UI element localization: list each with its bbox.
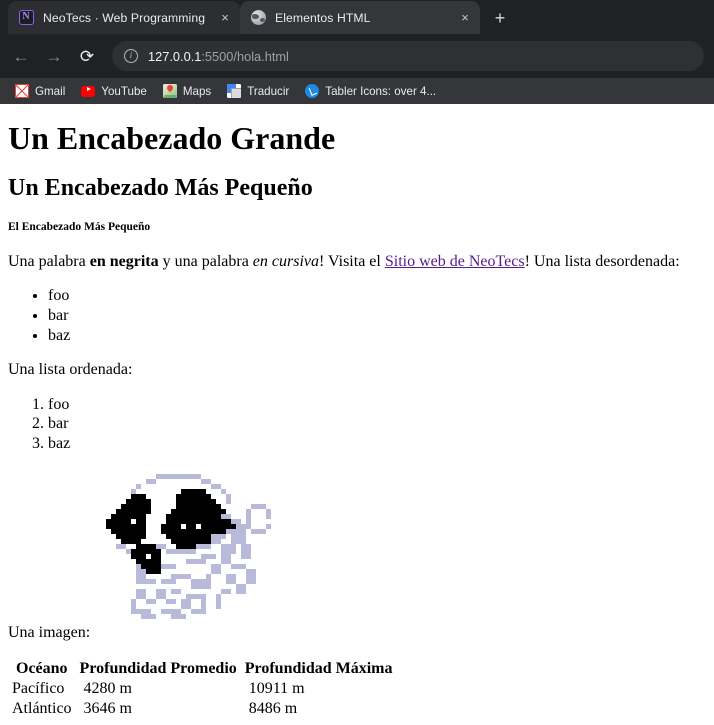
maps-icon <box>162 84 177 98</box>
list-item: baz <box>48 327 706 346</box>
tab-title: Elementos HTML <box>275 10 371 25</box>
unordered-list: foo bar baz <box>8 287 706 345</box>
back-icon[interactable]: ← <box>6 41 36 71</box>
tab-neotecs[interactable]: N NeoTecs · Web Programming × <box>8 1 240 34</box>
new-tab-button[interactable]: + <box>486 4 514 32</box>
table-cell: Pacífico <box>12 679 65 697</box>
page-heading-5: El Encabezado Más Pequeño <box>8 220 151 233</box>
ordered-list-intro: Una lista ordenada: <box>8 361 133 379</box>
dog-image <box>101 469 281 625</box>
tab-strip: N NeoTecs · Web Programming × Elementos … <box>0 0 714 34</box>
notion-icon: N <box>18 10 34 26</box>
bookmark-label: Maps <box>182 84 212 98</box>
table-cell: Atlántico <box>12 699 72 717</box>
list-item: foo <box>48 396 706 415</box>
tab-title: NeoTecs · Web Programming <box>43 10 206 25</box>
globe-icon <box>250 10 266 26</box>
ordered-list: foo bar baz <box>8 396 706 454</box>
bookmark-traducir[interactable]: Traducir <box>220 81 296 101</box>
bold-word: en negrita <box>89 252 159 270</box>
translate-icon <box>227 84 242 98</box>
paragraph-text-2: y una palabra <box>158 252 253 270</box>
list-item: foo <box>48 287 706 306</box>
url-path: :5500/hola.html <box>201 48 289 64</box>
address-bar[interactable]: i 127.0.0.1:5500/hola.html <box>112 41 704 71</box>
browser-window: N NeoTecs · Web Programming × Elementos … <box>0 0 714 725</box>
bookmark-label: Traducir <box>247 84 290 98</box>
info-icon[interactable]: i <box>124 49 138 63</box>
paragraph-text-1: Una palabra <box>8 252 90 270</box>
page-heading-2: Un Encabezado Más Pequeño <box>8 174 313 201</box>
bookmark-gmail[interactable]: Gmail <box>8 81 72 101</box>
neotecs-link[interactable]: Sitio web de NeoTecs <box>385 253 525 270</box>
bookmark-youtube[interactable]: YouTube <box>74 81 154 101</box>
browser-toolbar: ← → ⟳ i 127.0.0.1:5500/hola.html <box>0 34 714 78</box>
intro-paragraph: Una palabra en negrita y una palabra en … <box>8 253 706 272</box>
paragraph-text-4: ! Una lista desordenada: <box>524 252 680 270</box>
bookmark-label: YouTube <box>101 84 147 98</box>
tab-elementos-html[interactable]: Elementos HTML × <box>240 1 480 34</box>
list-item: bar <box>48 307 706 326</box>
paragraph-text-3: ! Visita el <box>319 252 385 270</box>
tabler-icon <box>305 84 320 98</box>
table-header-cell: Profundidad Promedio <box>79 659 237 677</box>
table-header-cell: Profundidad Máxima <box>244 659 393 677</box>
page-heading-1: Un Encabezado Grande <box>8 120 336 156</box>
table-cell: 10911 m <box>248 679 305 697</box>
list-item: bar <box>48 415 706 434</box>
close-icon[interactable]: × <box>216 9 234 27</box>
table-cell: 3646 m <box>83 699 132 717</box>
page-viewport: Un Encabezado Grande Un Encabezado Más P… <box>0 104 714 725</box>
browser-chrome: N NeoTecs · Web Programming × Elementos … <box>0 0 714 104</box>
reload-icon[interactable]: ⟳ <box>72 41 102 71</box>
bookmarks-bar: Gmail YouTube Maps Traducir Tabler Icons… <box>0 78 714 104</box>
bookmark-tabler-icons[interactable]: Tabler Icons: over 4... <box>298 81 443 101</box>
url-text: 127.0.0.1:5500/hola.html <box>148 49 289 64</box>
list-item: baz <box>48 435 706 454</box>
image-caption: Una imagen: <box>8 624 91 642</box>
table-header-cell: Océano <box>16 659 68 677</box>
bookmark-label: Tabler Icons: over 4... <box>325 84 437 98</box>
youtube-icon <box>81 84 96 98</box>
table-cell: 4280 m <box>83 679 132 697</box>
italic-word: en cursiva <box>252 252 319 270</box>
table-cell: 8486 m <box>248 699 298 717</box>
bookmark-label: Gmail <box>35 84 66 98</box>
table-row: Pacífico 4280 m 10911 m <box>8 679 397 699</box>
url-host: 127.0.0.1 <box>148 48 202 64</box>
bookmark-maps[interactable]: Maps <box>156 81 218 101</box>
gmail-icon <box>15 84 29 98</box>
table-row: Atlántico 3646 m 8486 m <box>8 699 397 719</box>
image-block <box>8 469 706 625</box>
oceans-table: Océano Profundidad Promedio Profundidad … <box>8 659 397 719</box>
close-icon[interactable]: × <box>456 9 474 27</box>
forward-icon[interactable]: → <box>39 41 69 71</box>
table-header-row: Océano Profundidad Promedio Profundidad … <box>8 659 397 679</box>
